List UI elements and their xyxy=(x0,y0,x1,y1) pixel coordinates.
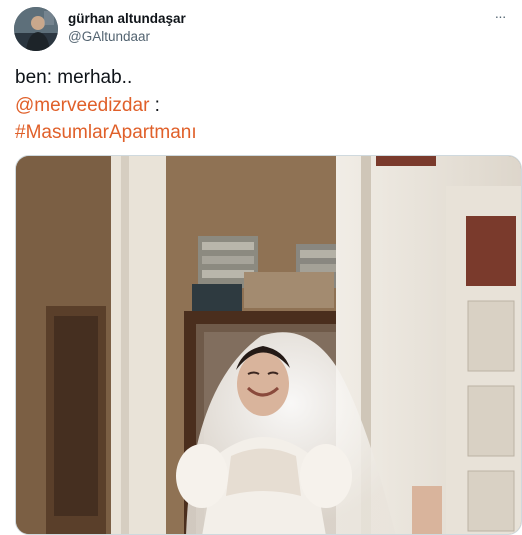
tweet-line-1: ben: merhab.. xyxy=(15,67,133,88)
photo-media-icon xyxy=(16,156,521,534)
mention-link[interactable]: @merveedizdar xyxy=(15,95,149,116)
more-options-icon[interactable]: ··· xyxy=(488,6,512,26)
hashtag-link[interactable]: #MasumlarApartmanı xyxy=(15,122,197,143)
user-avatar-icon xyxy=(14,7,58,51)
tweet-text: ben: merhab.. @merveedizdar : #MasumlarA… xyxy=(15,64,197,147)
tweet-line-2: @merveedizdar : xyxy=(15,92,197,120)
tweet-media[interactable] xyxy=(15,155,522,535)
mention-suffix: : xyxy=(149,94,160,116)
author-display-name[interactable]: gürhan altundaşar xyxy=(68,10,186,27)
author-handle[interactable]: @GAltundaar xyxy=(68,28,186,45)
author-block: gürhan altundaşar @GAltundaar xyxy=(68,10,186,45)
tweet-line-3: #MasumlarApartmanı xyxy=(15,119,197,147)
author-avatar[interactable] xyxy=(14,7,58,51)
